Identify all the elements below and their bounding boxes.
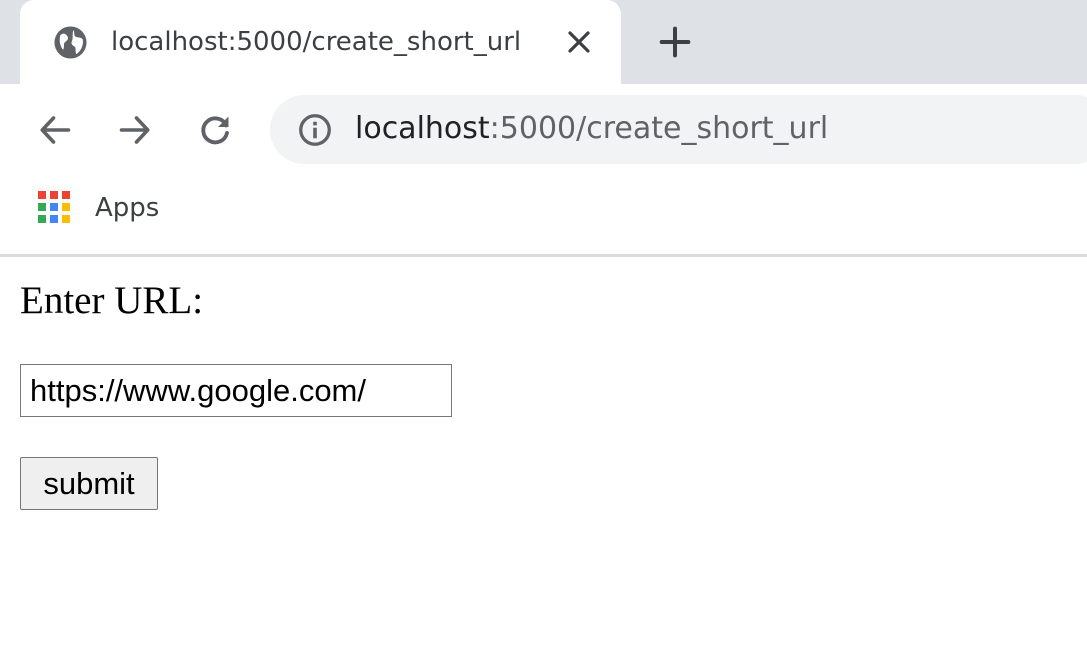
url-path: :5000/create_short_url: [489, 111, 829, 146]
tab-strip: localhost:5000/create_short_url: [0, 0, 1087, 84]
reload-icon[interactable]: [193, 108, 237, 152]
info-icon[interactable]: [297, 112, 333, 148]
url-host: localhost: [355, 111, 490, 146]
bookmarks-bar: Apps: [0, 174, 1087, 254]
page-content: Enter URL: submit: [0, 257, 1087, 650]
tab-title: localhost:5000/create_short_url: [111, 27, 522, 57]
apps-grid-icon[interactable]: [37, 190, 73, 226]
submit-button[interactable]: submit: [20, 457, 158, 510]
globe-icon: [53, 25, 88, 60]
close-icon[interactable]: [563, 26, 595, 58]
arrow-right-icon[interactable]: [113, 108, 157, 152]
toolbar: localhost:5000/create_short_url: [0, 84, 1087, 174]
url-input[interactable]: [20, 364, 452, 417]
address-bar[interactable]: localhost:5000/create_short_url: [270, 95, 1087, 164]
arrow-left-icon[interactable]: [33, 108, 77, 152]
apps-bookmark-label[interactable]: Apps: [95, 190, 159, 226]
address-url: localhost:5000/create_short_url: [355, 109, 828, 149]
tab-active[interactable]: localhost:5000/create_short_url: [20, 0, 621, 84]
plus-icon[interactable]: [656, 23, 694, 61]
enter-url-label: Enter URL:: [20, 279, 204, 322]
